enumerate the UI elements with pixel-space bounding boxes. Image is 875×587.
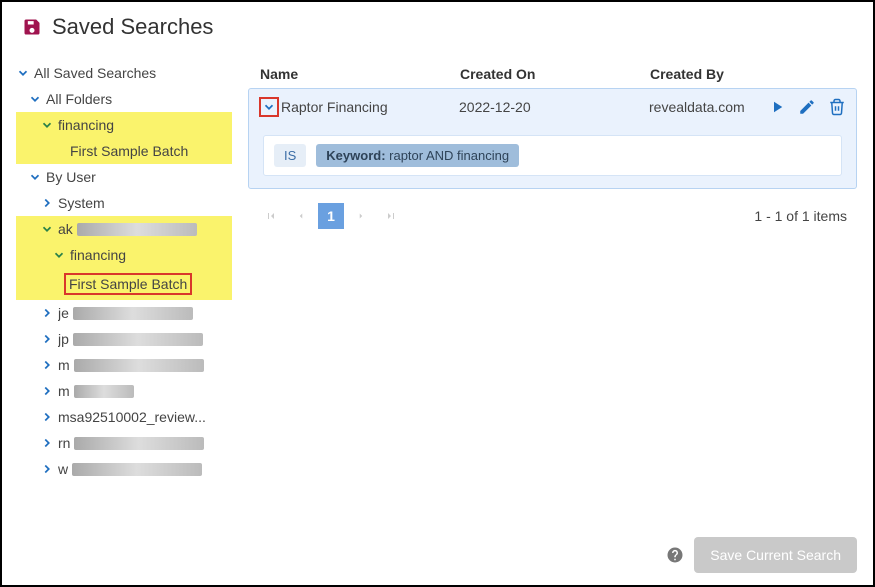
tree-first-sample-2[interactable]: First Sample Batch [16,268,232,300]
cell-name: Raptor Financing [281,99,459,115]
col-created-by[interactable]: Created By [650,66,845,82]
chevron-right-icon [40,196,54,210]
result-row-expanded: Raptor Financing 2022-12-20 revealdata.c… [248,88,857,189]
chevron-right-icon [40,436,54,450]
tree-m2-user[interactable]: m [16,378,232,404]
criteria-panel: IS Keyword: raptor AND financing [249,125,856,188]
tree-first-sample-1[interactable]: First Sample Batch [16,138,232,164]
chevron-down-icon [40,222,54,236]
results-panel: Name Created On Created By Raptor Financ… [232,52,873,585]
pager-prev[interactable] [288,203,314,229]
cell-created: 2022-12-20 [459,99,649,115]
pager-last[interactable] [378,203,404,229]
keyword-pill: Keyword: raptor AND financing [316,144,519,167]
trash-icon[interactable] [828,98,846,116]
prev-page-icon [296,211,306,221]
pager-summary: 1 - 1 of 1 items [754,208,847,224]
chevron-down-icon [52,248,66,262]
save-current-search-button[interactable]: Save Current Search [694,537,857,573]
pager-current[interactable]: 1 [318,203,344,229]
chevron-down-icon [28,92,42,106]
tree-system[interactable]: System [16,190,232,216]
tree-m1-user[interactable]: m [16,352,232,378]
chevron-right-icon [40,306,54,320]
col-created-on[interactable]: Created On [460,66,650,82]
save-icon [22,17,42,37]
tree-msa-user[interactable]: msa92510002_review... [16,404,232,430]
pencil-icon[interactable] [798,98,816,116]
first-page-icon [265,210,277,222]
chevron-right-icon [40,332,54,346]
chevron-right-icon [40,358,54,372]
chevron-right-icon [40,462,54,476]
tree-all-folders[interactable]: All Folders [16,86,232,112]
pager: 1 1 - 1 of 1 items [248,189,857,243]
help-icon[interactable] [666,546,684,564]
tree-financing-2[interactable]: financing [16,242,232,268]
operator-pill: IS [274,144,306,167]
play-icon[interactable] [768,98,786,116]
next-page-icon [356,211,366,221]
page-header: Saved Searches [2,2,873,52]
chevron-down-icon [28,170,42,184]
tree-jp-user[interactable]: jp [16,326,232,352]
last-page-icon [385,210,397,222]
chevron-down-icon [262,100,276,114]
tree-by-user[interactable]: By User [16,164,232,190]
tree-ak-user[interactable]: ak [16,216,232,242]
col-name[interactable]: Name [260,66,460,82]
folder-tree: All Saved Searches All Folders financing… [2,52,232,585]
chevron-right-icon [40,410,54,424]
tree-w-user[interactable]: w [16,456,232,482]
row-expand-toggle[interactable] [259,97,279,117]
page-title: Saved Searches [52,14,213,40]
tree-all-saved-searches[interactable]: All Saved Searches [16,60,232,86]
table-row[interactable]: Raptor Financing 2022-12-20 revealdata.c… [249,89,856,125]
chevron-down-icon [16,66,30,80]
chevron-down-icon [40,118,54,132]
tree-financing-1[interactable]: financing [16,112,232,138]
cell-created-by: revealdata.com [649,99,745,115]
pager-next[interactable] [348,203,374,229]
tree-je-user[interactable]: je [16,300,232,326]
tree-rn-user[interactable]: rn [16,430,232,456]
pager-first[interactable] [258,203,284,229]
chevron-right-icon [40,384,54,398]
table-header: Name Created On Created By [248,60,857,88]
